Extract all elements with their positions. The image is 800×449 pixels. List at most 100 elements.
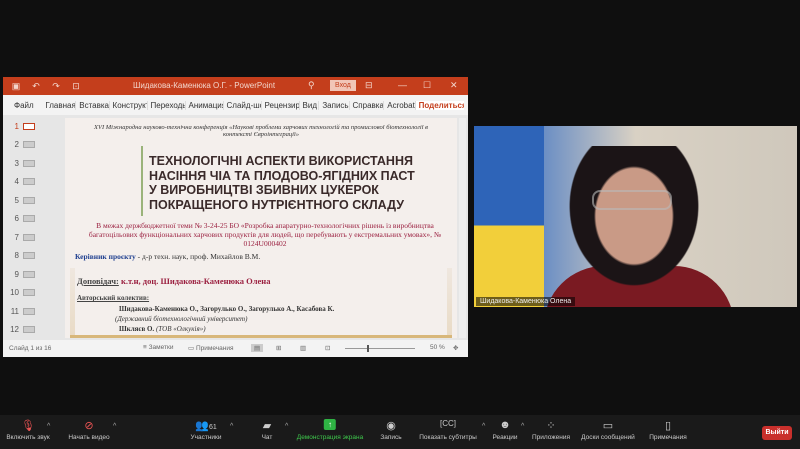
label: Начать видео: [68, 434, 110, 441]
thumb-number: 7: [14, 232, 19, 242]
thumbnail[interactable]: 7: [3, 228, 59, 247]
record-icon: ◉: [386, 420, 396, 432]
slideshow-view-icon[interactable]: ⊡: [325, 344, 330, 352]
participant-video[interactable]: Шидакова-Каменюка Олена: [474, 126, 797, 307]
notes-button[interactable]: ≡ Заметки: [143, 344, 173, 351]
slide-thumbnails: 1 2 3 4 5 6 7 8 9 10 11 12: [3, 117, 59, 340]
save-icon[interactable]: ▣: [9, 81, 23, 92]
title-bar: ▣ ↶ ↷ ⊡ Шидакова-Каменюка О.Г. - PowerPo…: [3, 77, 468, 95]
maximize-button[interactable]: ☐: [423, 80, 431, 91]
sorter-view-icon[interactable]: ⊞: [276, 344, 281, 352]
normal-view-icon[interactable]: ▤: [251, 344, 264, 352]
thumb-image: [23, 326, 35, 334]
record-button[interactable]: ◉ Запись: [380, 419, 401, 441]
ribbon-display-icon[interactable]: ⊟: [365, 80, 373, 91]
lead-text: - д-р техн. наук, проф. Михайлов В.М.: [135, 252, 261, 261]
whiteboards-button[interactable]: ▭ Доски сообщений: [581, 419, 635, 441]
notes-button[interactable]: ▯ Примечания: [649, 419, 687, 441]
unmute-button[interactable]: 🎙︎ Включить звук: [6, 419, 49, 441]
thumb-number: 8: [14, 251, 19, 261]
share-screen-button[interactable]: ↑ Демонстрация экрана: [297, 419, 363, 441]
search-icon[interactable]: ⚲: [308, 80, 315, 91]
zoom-level: 50 %: [430, 344, 445, 351]
thumb-number: 5: [14, 195, 19, 205]
tab-insert[interactable]: Вставка: [76, 100, 110, 110]
label: Приложения: [531, 434, 571, 441]
tab-animations[interactable]: Анимация: [186, 100, 224, 110]
tab-review[interactable]: Рецензирование: [262, 100, 300, 110]
notes-label: Заметки: [148, 344, 174, 351]
zoom-slider[interactable]: [345, 345, 415, 352]
label: Демонстрация экрана: [296, 434, 364, 441]
reporter-label: Доповідач:: [77, 276, 119, 286]
chevron-up-icon[interactable]: ^: [285, 423, 288, 430]
conference-name: XVI Міжнародна науково-технічна конферен…: [94, 124, 428, 138]
thumbnail[interactable]: 4: [3, 173, 59, 192]
participants-icon: 👥61: [195, 420, 217, 432]
thumbnail[interactable]: 2: [3, 136, 59, 155]
tab-file[interactable]: Файл: [11, 101, 34, 110]
thumbnail[interactable]: 9: [3, 265, 59, 284]
comments-button[interactable]: ▭ Примечания: [188, 344, 233, 352]
close-button[interactable]: ✕: [450, 80, 458, 91]
label: Чат: [261, 434, 273, 441]
thumbnail[interactable]: 11: [3, 302, 59, 321]
chevron-up-icon[interactable]: ^: [230, 423, 233, 430]
reporter-text: к.т.н, доц. Шидакова-Каменюка Олена: [118, 276, 271, 286]
slide-counter: Слайд 1 из 16: [9, 345, 52, 352]
reading-view-icon[interactable]: ▥: [300, 344, 306, 352]
login-button[interactable]: Вход: [330, 80, 356, 91]
mic-off-icon: 🎙︎: [21, 420, 35, 432]
tab-help[interactable]: Справка: [350, 100, 385, 110]
slide-canvas[interactable]: XVI Міжнародна науково-технічна конферен…: [65, 118, 457, 338]
thumb-number: 10: [10, 288, 19, 298]
thumbnail[interactable]: 5: [3, 191, 59, 210]
thumbnail[interactable]: 3: [3, 154, 59, 173]
thumb-image: [23, 196, 35, 204]
share-button[interactable]: Поделиться: [415, 100, 464, 110]
tab-acrobat[interactable]: Acrobat: [384, 100, 416, 110]
tab-view[interactable]: Вид: [300, 100, 320, 110]
chevron-up-icon[interactable]: ^: [521, 423, 524, 430]
reporter: Доповідач: к.т.н, доц. Шидакова-Каменюка…: [77, 276, 270, 286]
apps-icon: ⁘: [546, 420, 556, 432]
reactions-button[interactable]: ☻ Реакции: [492, 419, 517, 441]
thumbnail[interactable]: 6: [3, 210, 59, 229]
fit-to-window-icon[interactable]: ✥: [453, 344, 458, 352]
captions-button[interactable]: [CC] Показать субтитры: [419, 419, 477, 441]
tab-transitions[interactable]: Переходы: [148, 100, 186, 110]
thumb-image: [23, 270, 35, 278]
thumb-number: 9: [14, 269, 19, 279]
chevron-up-icon[interactable]: ^: [113, 423, 116, 430]
thumbnail[interactable]: 10: [3, 284, 59, 303]
thumb-image: [23, 252, 35, 260]
chevron-up-icon[interactable]: ^: [47, 423, 50, 430]
authors-label: Авторський колектив:: [77, 294, 150, 302]
tab-record[interactable]: Запись: [319, 100, 350, 110]
meeting-toolbar: 🎙︎ Включить звук ^ ⊘ Начать видео ^ 👥61 Уча…: [0, 415, 800, 449]
affiliation: (Державний біотехнологічний університет): [115, 315, 248, 323]
participants-button[interactable]: 👥61 Участники: [190, 419, 221, 441]
tab-slideshow[interactable]: Слайд-шоу: [224, 100, 262, 110]
video-off-icon: ⊘: [84, 420, 94, 432]
apps-button[interactable]: ⁘ Приложения: [532, 419, 570, 441]
chevron-up-icon[interactable]: ^: [482, 423, 485, 430]
present-icon[interactable]: ⊡: [69, 81, 83, 92]
chat-button[interactable]: ▰ Чат: [262, 419, 273, 441]
thumbnail[interactable]: 8: [3, 247, 59, 266]
minimize-button[interactable]: —: [398, 80, 407, 90]
thumbnail[interactable]: 1: [3, 117, 59, 136]
thumb-number: 4: [14, 177, 19, 187]
undo-icon[interactable]: ↶: [29, 81, 43, 92]
vertical-scrollbar[interactable]: [459, 118, 466, 338]
chat-icon: ▰: [262, 420, 272, 432]
tab-home[interactable]: Главная: [42, 100, 77, 110]
tab-design[interactable]: Конструктор: [110, 100, 148, 110]
leave-button[interactable]: Выйти: [762, 426, 792, 440]
start-video-button[interactable]: ⊘ Начать видео: [68, 419, 109, 441]
thumb-image: [23, 289, 35, 297]
notes-icon: ▯: [664, 420, 672, 432]
ribbon-tabs: Файл Главная Вставка Конструктор Переход…: [3, 95, 468, 115]
thumbnail[interactable]: 12: [3, 321, 59, 340]
redo-icon[interactable]: ↷: [49, 81, 63, 92]
